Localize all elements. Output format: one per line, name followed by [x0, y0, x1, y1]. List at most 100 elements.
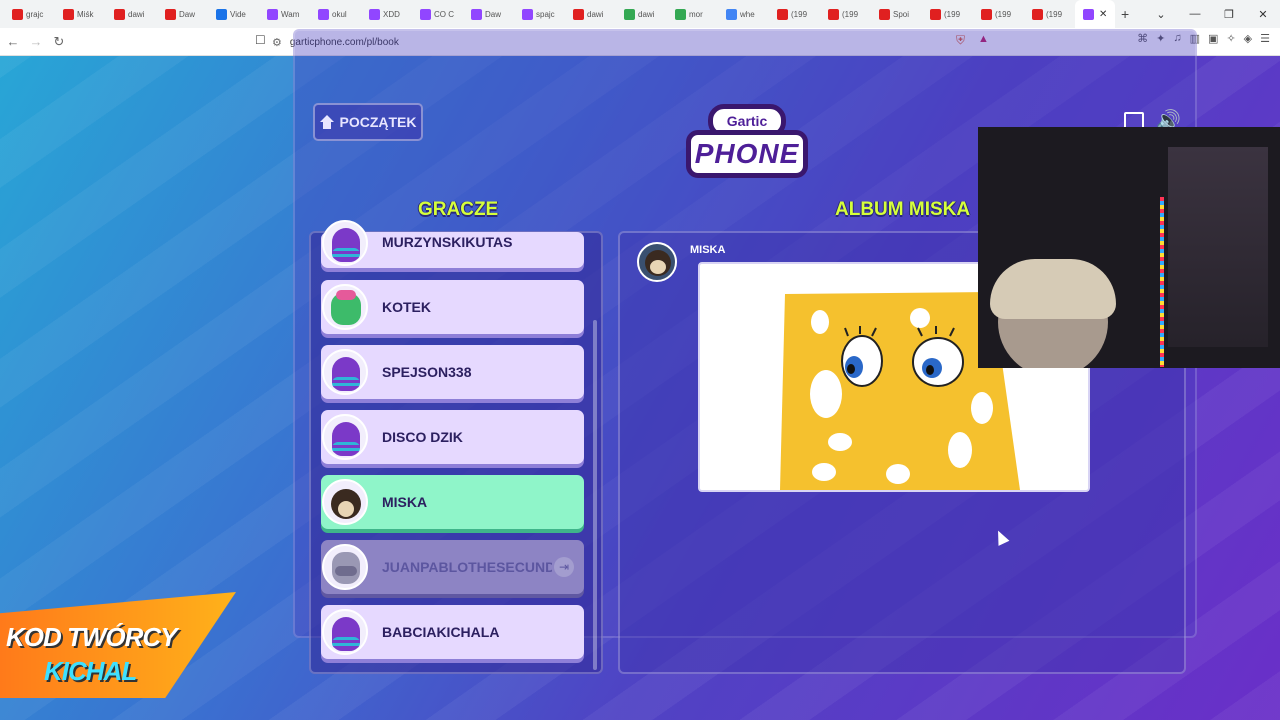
tab-favicon-icon: [420, 8, 431, 20]
players-heading: GRACZE: [418, 199, 499, 220]
tab-label: spajc: [536, 9, 555, 19]
tab-label: (199: [791, 9, 808, 19]
browser-tab[interactable]: CO C: [412, 0, 463, 28]
tab-label: Daw: [485, 9, 502, 19]
player-row: BABCIAKICHALA: [321, 605, 584, 659]
webcam-person-hair: [990, 259, 1116, 319]
browser-tab[interactable]: okul: [310, 0, 361, 28]
tab-favicon-icon: [573, 8, 584, 20]
tab-label: okul: [332, 9, 347, 19]
back-button[interactable]: ←: [3, 34, 23, 49]
browser-tab[interactable]: whe: [718, 0, 769, 28]
tab-favicon-icon: [879, 8, 890, 20]
reload-button[interactable]: ↻: [49, 34, 69, 50]
player-row: DISCO DZIK: [321, 410, 584, 464]
tab-label: (199: [995, 9, 1012, 19]
leo-icon[interactable]: ✧: [1226, 32, 1235, 45]
browser-tab[interactable]: grajc: [4, 0, 55, 28]
tab-favicon-icon: [930, 8, 941, 20]
player-name: SPEJSON338: [382, 364, 472, 380]
tab-strip: grajc Miśk dawi Daw Vide Wam okul XDD CO C Daw spa…: [0, 0, 1280, 28]
browser-tab[interactable]: spajc: [514, 0, 565, 28]
window-controls: ⌄ — ❐ ✕: [1144, 0, 1280, 28]
browser-tab[interactable]: Daw: [463, 0, 514, 28]
browser-tab[interactable]: Spoi: [871, 0, 922, 28]
tab-favicon-icon: [726, 8, 737, 20]
player-avatar: [322, 284, 368, 330]
logo-bottom-text: PHONE: [686, 130, 808, 178]
browser-tab[interactable]: (199: [769, 0, 820, 28]
tab-search-icon[interactable]: ⌄: [1144, 8, 1178, 21]
menu-icon[interactable]: ☰: [1260, 32, 1270, 45]
home-label: POCZĄTEK: [339, 114, 417, 130]
tab-label: Daw: [179, 9, 196, 19]
player-row: MISKA: [321, 475, 584, 529]
browser-tab[interactable]: (199: [922, 0, 973, 28]
browser-tab[interactable]: dawi: [106, 0, 157, 28]
browser-tab[interactable]: dawi: [565, 0, 616, 28]
browser-tab[interactable]: mor: [667, 0, 718, 28]
player-name: KOTEK: [382, 299, 431, 315]
tab-label: dawi: [638, 9, 655, 19]
tab-favicon-icon: [1032, 8, 1043, 20]
tab-label: Vide: [230, 9, 246, 19]
wallet-icon[interactable]: ▣: [1208, 32, 1218, 45]
player-name: MURZYNSKIKUTAS: [382, 234, 513, 250]
new-tab-button[interactable]: +: [1121, 6, 1129, 22]
tab-favicon-icon: [522, 8, 533, 20]
home-icon: [319, 115, 334, 129]
site-info-icon[interactable]: ⚙: [272, 36, 282, 49]
tab-label: Wam: [281, 9, 300, 19]
forward-button[interactable]: →: [26, 34, 46, 49]
tab-label: mor: [689, 9, 703, 19]
tab-favicon-icon: [828, 8, 839, 20]
player-name: DISCO DZIK: [382, 429, 463, 445]
tab-label: Spoi: [893, 9, 910, 19]
tab-favicon-icon: [63, 8, 74, 20]
gartic-favicon-icon: [1083, 8, 1094, 20]
webcam-overlay: [978, 127, 1280, 368]
browser-tab[interactable]: Daw: [157, 0, 208, 28]
tab-favicon-icon: [471, 8, 482, 20]
close-tab-icon[interactable]: ✕: [1099, 9, 1107, 20]
tab-favicon-icon: [981, 8, 992, 20]
browser-tab[interactable]: Vide: [208, 0, 259, 28]
player-avatar: [322, 414, 368, 460]
tab-favicon-icon: [12, 8, 23, 20]
tab-list: grajc Miśk dawi Daw Vide Wam okul XDD CO C Daw spa…: [4, 0, 1075, 28]
player-avatar: [322, 349, 368, 395]
tab-favicon-icon: [624, 8, 635, 20]
tab-label: dawi: [128, 9, 145, 19]
tab-favicon-icon: [675, 8, 686, 20]
browser-tab[interactable]: XDD: [361, 0, 412, 28]
tab-favicon-icon: [369, 8, 380, 20]
browser-tab[interactable]: dawi: [616, 0, 667, 28]
browser-tab[interactable]: Wam: [259, 0, 310, 28]
close-window-button[interactable]: ✕: [1246, 8, 1280, 21]
browser-tab[interactable]: (199: [973, 0, 1024, 28]
tab-label: dawi: [587, 9, 604, 19]
creator-code-banner: KOD TWÓRCY KICHAL: [0, 592, 236, 698]
tab-favicon-icon: [777, 8, 788, 20]
player-row: SPEJSON338: [321, 345, 584, 399]
restore-button[interactable]: ❐: [1212, 8, 1246, 21]
tab-label: (199: [842, 9, 859, 19]
player-row: JUANPABLOTHESECUNDO ⇥: [321, 540, 584, 594]
players-scrollbar[interactable]: [593, 320, 597, 670]
bookmark-icon[interactable]: ☐: [255, 33, 266, 47]
tab-label: whe: [740, 9, 755, 19]
player-avatar: [322, 479, 368, 525]
browser-tab[interactable]: (199: [820, 0, 871, 28]
kick-player-icon[interactable]: ⇥: [554, 557, 574, 577]
tab-label: Miśk: [77, 9, 94, 19]
minimize-button[interactable]: —: [1178, 8, 1212, 20]
webcam-shelf: [1168, 147, 1268, 347]
browser-tab[interactable]: Miśk: [55, 0, 106, 28]
browser-tab[interactable]: (199: [1024, 0, 1075, 28]
tab-label: (199: [1046, 9, 1063, 19]
player-name: MISKA: [382, 494, 428, 510]
tab-favicon-icon: [267, 8, 278, 20]
active-tab[interactable]: ✕: [1075, 0, 1115, 28]
vpn-icon[interactable]: ◈: [1244, 32, 1252, 45]
home-button[interactable]: POCZĄTEK: [313, 103, 423, 141]
